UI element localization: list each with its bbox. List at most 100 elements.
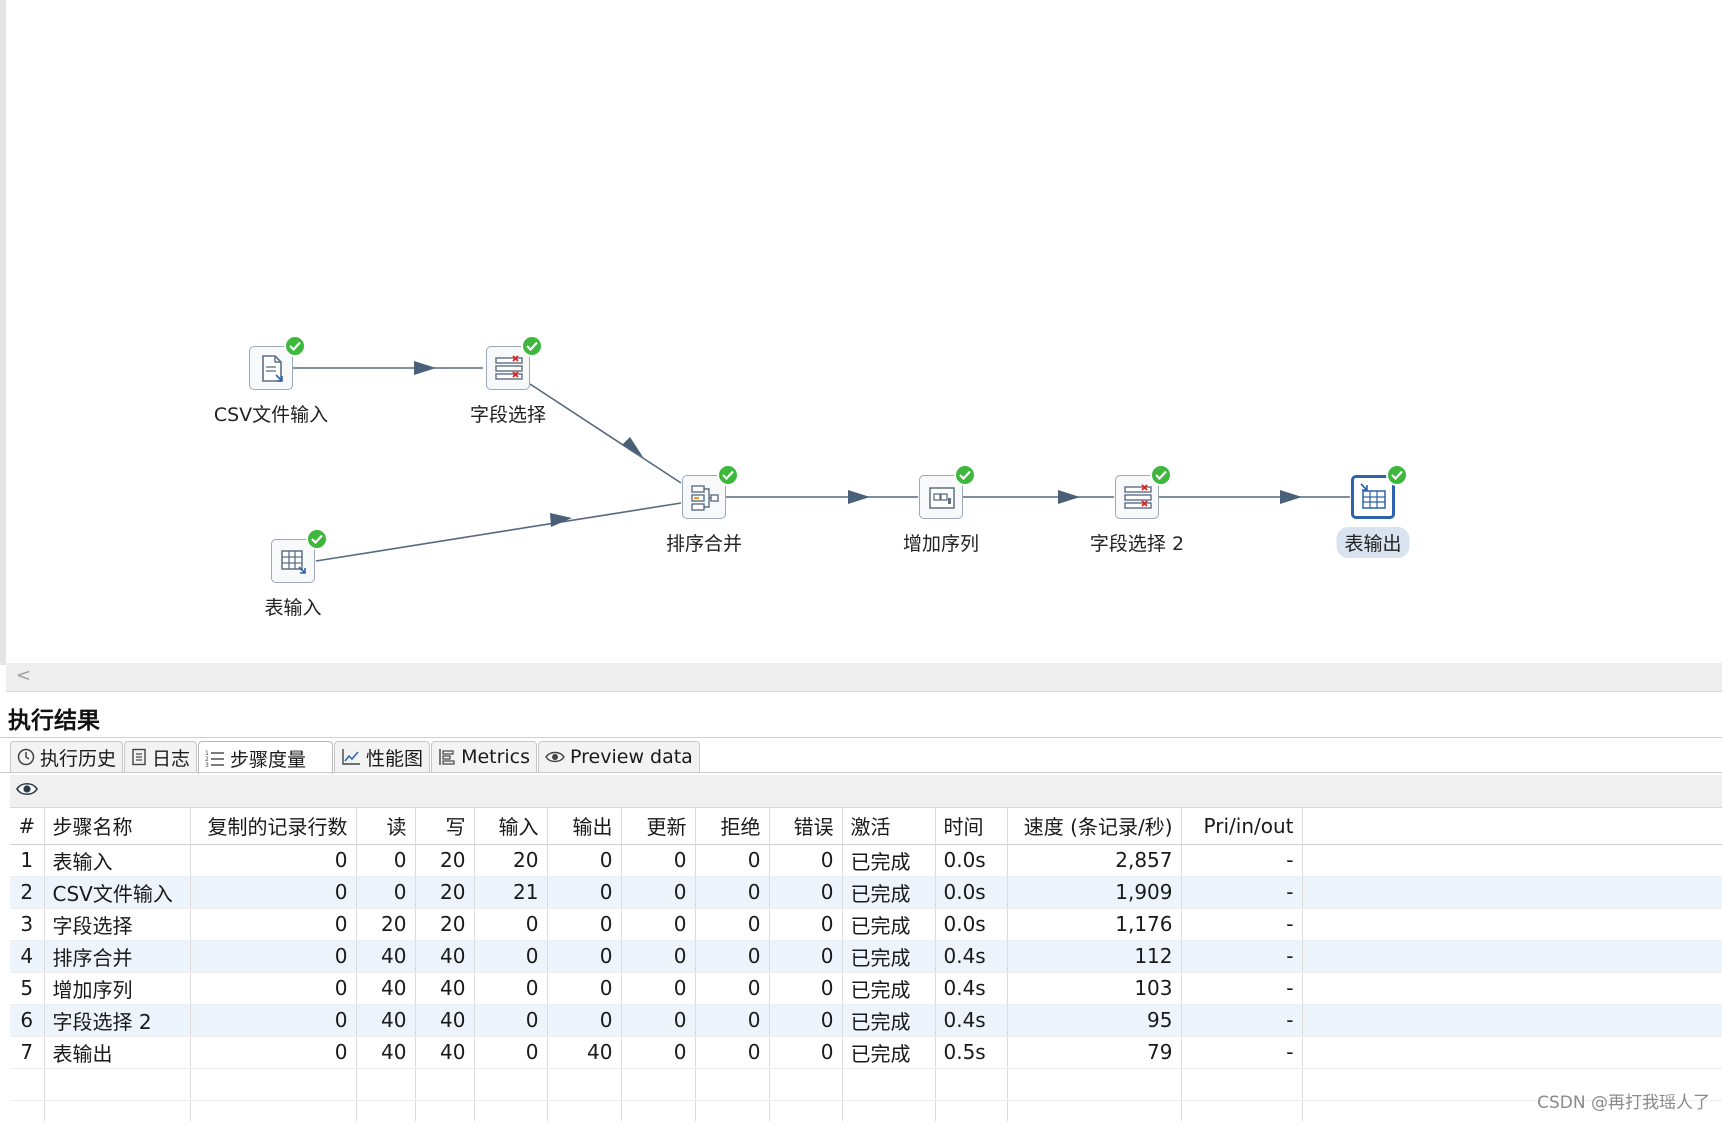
hop-table-input-to-sort-merge[interactable] xyxy=(315,502,682,562)
table-input-icon xyxy=(281,550,306,574)
table-cell-filler xyxy=(1302,876,1722,909)
canvas-horizontal-scrollbar[interactable]: < xyxy=(6,663,1722,692)
tab-metrics[interactable]: Metrics xyxy=(431,741,538,772)
tab-execution-history[interactable]: 执行历史 xyxy=(10,741,124,772)
clock-icon xyxy=(17,748,35,766)
table-cell xyxy=(415,1100,475,1121)
column-header[interactable]: 更新 xyxy=(621,808,696,845)
table-cell: 0 xyxy=(695,844,770,877)
table-cell: 1,176 xyxy=(1007,908,1182,941)
table-cell: 0 xyxy=(769,844,843,877)
table-cell: 112 xyxy=(1007,940,1182,973)
table-cell xyxy=(190,1068,357,1101)
step-label: 字段选择 xyxy=(469,404,547,426)
table-cell: 0 xyxy=(695,908,770,941)
table-cell: 0 xyxy=(547,876,622,909)
table-cell: 0 xyxy=(547,940,622,973)
tab-preview-data[interactable]: Preview data xyxy=(538,741,700,772)
table-cell xyxy=(1181,1068,1303,1101)
tab-log[interactable]: 日志 xyxy=(124,741,198,772)
table-row[interactable]: 5 增加序列 0 40 40 0 0 0 0 0 已完成 0.4s 103- xyxy=(10,972,1722,1005)
success-check-icon xyxy=(717,464,739,486)
table-cell: 已完成 xyxy=(842,876,936,909)
step-metrics-table: # 步骤名称 复制的记录行数读写输入 输出 更新 拒绝 错误 激活 时间 速度 (条记录/秒) Pr… xyxy=(10,808,1722,1121)
step-add-sequence[interactable]: 增加序列 xyxy=(903,464,979,555)
table-cell xyxy=(935,1068,1008,1101)
table-row[interactable]: 4 排序合并 0 40 40 0 0 0 0 0 已完成 0.4s 112- xyxy=(10,940,1722,973)
step-csv-input[interactable]: CSV文件输入 xyxy=(214,335,328,426)
table-row[interactable]: 6 字段选择 2 0 40 40 0 0 0 0 0 已完成 0.4s 95- xyxy=(10,1004,1722,1037)
step-sort-merge[interactable]: 排序合并 xyxy=(666,464,742,555)
tab-label: Preview data xyxy=(570,746,693,768)
column-header[interactable]: 输入 xyxy=(474,808,548,845)
column-header[interactable]: 写 xyxy=(415,808,475,845)
table-cell: 0 xyxy=(356,844,416,877)
table-cell: 20 xyxy=(415,876,475,909)
table-cell xyxy=(10,1068,45,1101)
scroll-left-icon[interactable]: < xyxy=(16,665,31,686)
column-header[interactable]: 读 xyxy=(356,808,416,845)
table-cell: 0 xyxy=(695,972,770,1005)
table-row[interactable]: 3 字段选择 0 20 20 0 0 0 0 0 已完成 0.0s 1,176- xyxy=(10,908,1722,941)
step-table-output[interactable]: 表输出 xyxy=(1336,464,1410,558)
success-check-icon xyxy=(521,335,543,357)
step-field-select-2[interactable]: 字段选择 2 xyxy=(1090,464,1184,555)
table-cell: 0 xyxy=(547,908,622,941)
success-check-icon xyxy=(284,335,306,357)
hop-arrow-icon xyxy=(550,513,572,527)
column-header[interactable]: 输出 xyxy=(547,808,622,845)
table-cell: 0 xyxy=(621,844,696,877)
table-cell: 0 xyxy=(190,876,357,909)
table-cell: 0 xyxy=(769,876,843,909)
empty-table-row xyxy=(10,1100,1722,1121)
step-label: CSV文件输入 xyxy=(213,404,329,426)
table-row[interactable]: 2 CSV文件输入 0 0 20 21 0 0 0 0 已完成 0.0s 1,909- xyxy=(10,876,1722,909)
table-cell: 40 xyxy=(356,972,416,1005)
table-cell: 0 xyxy=(695,876,770,909)
table-cell: 0 xyxy=(547,1004,622,1037)
table-cell: 0 xyxy=(547,972,622,1005)
table-cell xyxy=(356,1100,416,1121)
log-icon xyxy=(132,748,146,766)
show-active-steps-eye-icon[interactable] xyxy=(16,781,38,797)
empty-table-row xyxy=(10,1068,1722,1101)
table-cell-filler xyxy=(1302,1036,1722,1069)
table-cell: 2,857 xyxy=(1007,844,1182,877)
step-metrics-table-container[interactable]: # 步骤名称 复制的记录行数读写输入 输出 更新 拒绝 错误 激活 时间 速度 (条记录/秒) Pr… xyxy=(10,808,1722,1121)
table-cell xyxy=(842,1068,936,1101)
table-cell xyxy=(474,1100,548,1121)
column-header[interactable]: 复制的记录行数 xyxy=(190,808,357,845)
column-header[interactable]: 错误 xyxy=(769,808,843,845)
column-header[interactable]: 激活 xyxy=(842,808,936,845)
column-header[interactable]: 步骤名称 xyxy=(44,808,191,845)
column-header[interactable]: 时间 xyxy=(935,808,1008,845)
tab-performance-graph[interactable]: 性能图 xyxy=(334,741,431,772)
panel-divider xyxy=(0,737,1722,738)
column-header[interactable]: 拒绝 xyxy=(695,808,770,845)
table-cell: - xyxy=(1181,844,1303,877)
watermark: CSDN @再打我瑶人了 xyxy=(1537,1093,1710,1113)
table-cell xyxy=(842,1100,936,1121)
hop-field-select-to-sort-merge[interactable] xyxy=(529,383,682,484)
table-row[interactable]: 7 表输出 0 40 40 0 40 0 0 0 已完成 0.5s 79- xyxy=(10,1036,1722,1069)
table-cell: 79 xyxy=(1007,1036,1182,1069)
table-cell: 1,909 xyxy=(1007,876,1182,909)
step-field-select[interactable]: 字段选择 xyxy=(470,335,546,426)
column-header[interactable]: 速度 (条记录/秒) xyxy=(1007,808,1182,845)
column-header[interactable]: # xyxy=(10,808,45,845)
column-header[interactable]: Pri/in/out xyxy=(1181,808,1303,845)
tab-step-metrics[interactable]: 1 2 3 步骤度量 xyxy=(198,741,334,774)
transformation-canvas[interactable]: CSV文件输入 字段选择 表输入 排序合并 增加序列 字段选择 2 表输出 xyxy=(0,0,1722,665)
select-values-icon xyxy=(1124,484,1152,509)
table-cell: 已完成 xyxy=(842,908,936,941)
step-table-input[interactable]: 表输入 xyxy=(264,528,328,619)
table-cell xyxy=(621,1100,696,1121)
table-cell: 4 xyxy=(10,940,45,973)
table-cell: 95 xyxy=(1007,1004,1182,1037)
table-cell: 0 xyxy=(190,1036,357,1069)
table-row[interactable]: 1 表输入 0 0 20 20 0 0 0 0 已完成 0.0s 2,857- xyxy=(10,844,1722,877)
table-cell: - xyxy=(1181,1004,1303,1037)
table-cell: 103 xyxy=(1007,972,1182,1005)
table-cell-filler xyxy=(1302,844,1722,877)
tab-label: 性能图 xyxy=(366,747,424,770)
